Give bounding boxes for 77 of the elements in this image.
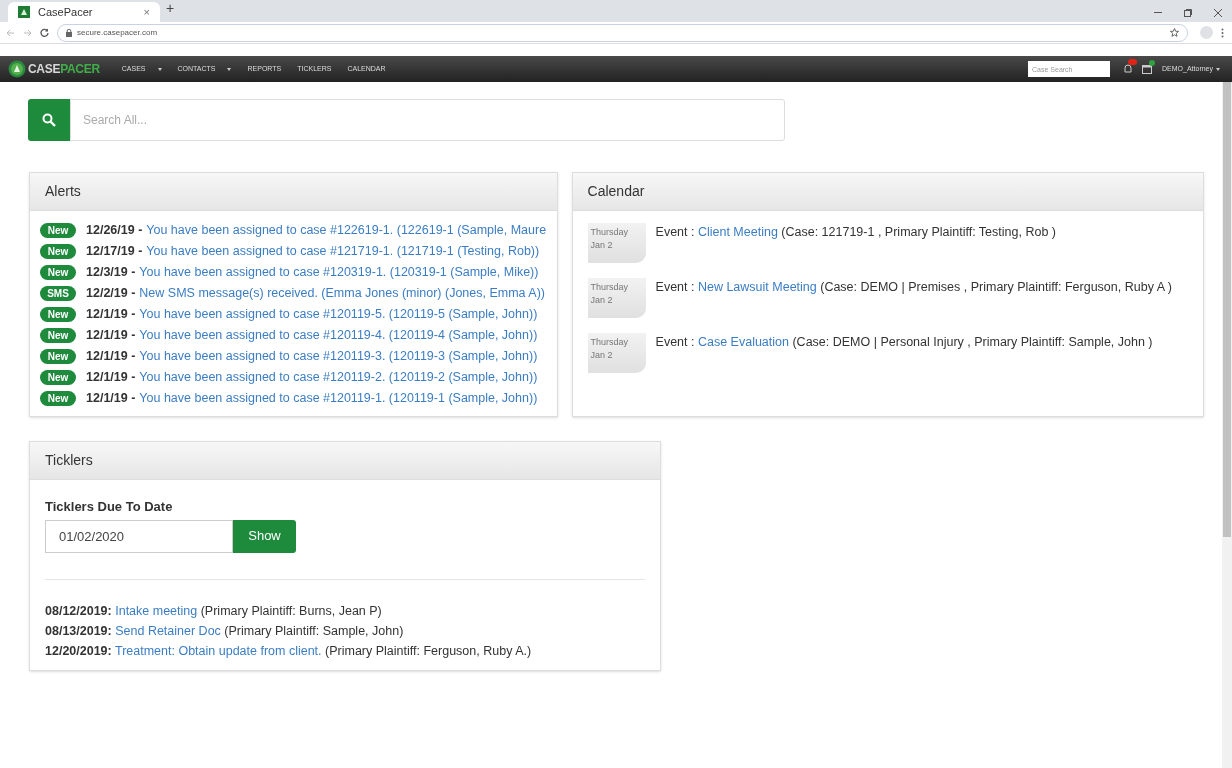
- favicon-icon: [18, 6, 30, 18]
- more-menu-icon[interactable]: [1221, 27, 1224, 38]
- notification-badge: [1128, 59, 1138, 65]
- alert-link[interactable]: New SMS message(s) received. (Emma Jones (minor) (Jones, Emma A)): [139, 284, 545, 303]
- alert-link[interactable]: You have been assigned to case #120319-1. (120319-1 (Sample, Mike)): [139, 263, 539, 282]
- alert-link[interactable]: You have been assigned to case #120119-2. (120119-2 (Sample, John)): [139, 368, 538, 387]
- search-field[interactable]: Search All...: [70, 99, 785, 141]
- event-date: Jan 2: [590, 349, 614, 362]
- alert-date: 12/3/19 -: [86, 264, 136, 282]
- tickler-item: 08/12/2019: Intake meeting (Primary Plaintiff: Burns, Jean P): [45, 602, 383, 620]
- event-date: Jan 2: [590, 239, 614, 252]
- event-day: Thursday: [590, 281, 646, 294]
- alert-link[interactable]: You have been assigned to case #120119-3. (120119-3 (Sample, John)): [139, 347, 538, 366]
- alert-date: 12/1/19 -: [86, 306, 136, 324]
- status-badge: New: [40, 223, 76, 238]
- alert-date: 12/1/19 -: [86, 327, 136, 345]
- bell-icon[interactable]: [1124, 64, 1133, 74]
- status-badge: New: [40, 244, 76, 259]
- tickler-item: 12/20/2019: Treatment: Obtain update from client. (Primary Plaintiff: Ferguson, Ruby A.): [45, 642, 533, 660]
- new-tab-button[interactable]: +: [166, 0, 175, 19]
- browser-tab[interactable]: CasePacer ×: [8, 2, 160, 22]
- alert-link[interactable]: You have been assigned to case #120119-4. (120119-4 (Sample, John)): [139, 326, 538, 345]
- tickler-link[interactable]: Send Retainer Doc: [115, 623, 221, 638]
- tickler-link[interactable]: Treatment: Obtain update from client.: [115, 643, 322, 658]
- event-link[interactable]: Client Meeting: [697, 225, 778, 239]
- tickler-link[interactable]: Intake meeting: [115, 603, 198, 618]
- minimize-icon[interactable]: [1154, 12, 1162, 14]
- panel-title: Ticklers: [45, 451, 93, 470]
- alert-date: 12/17/19 -: [86, 243, 143, 261]
- status-badge: New: [40, 370, 76, 385]
- event-date: Jan 2: [590, 294, 614, 307]
- event-link[interactable]: New Lawsuit Meeting: [697, 280, 817, 294]
- alert-link[interactable]: You have been assigned to case #122619-1. (122619-1 (Sample, Maure: [146, 221, 547, 240]
- date-field[interactable]: 01/02/2020: [45, 519, 233, 553]
- alert-link[interactable]: You have been assigned to case #121719-1. (121719-1 (Testing, Rob)): [146, 242, 540, 261]
- alert-date: 12/26/19 -: [86, 222, 143, 240]
- star-icon[interactable]: [1170, 28, 1179, 37]
- caret-icon[interactable]: [1216, 67, 1220, 71]
- status-badge: New: [40, 391, 76, 406]
- status-badge: New: [40, 328, 76, 343]
- reload-icon[interactable]: [40, 28, 49, 37]
- alert-link[interactable]: You have been assigned to case #120119-5. (120119-5 (Sample, John)): [139, 305, 538, 324]
- status-badge: SMS: [40, 286, 76, 301]
- event-day: Thursday: [590, 226, 646, 239]
- panel-title: Alerts: [45, 182, 81, 201]
- event-text: Event : New Lawsuit Meeting (Case: DEMO | Premises , Primary Plaintiff: Ferguson, Ruby A ): [655, 279, 1172, 296]
- logo-text: CASEPACER: [28, 61, 100, 78]
- tab-title: CasePacer: [38, 4, 94, 20]
- lock-icon: [66, 28, 72, 37]
- calendar-badge: [1149, 60, 1156, 66]
- calendar-icon[interactable]: [1142, 64, 1153, 74]
- panel-title: Calendar: [587, 182, 645, 201]
- search-icon: [42, 113, 56, 127]
- alert-date: 12/1/19 -: [86, 390, 136, 408]
- alert-date: 12/1/19 -: [86, 348, 136, 366]
- restore-icon[interactable]: [1184, 9, 1192, 17]
- alert-date: 12/2/19 -: [86, 285, 136, 303]
- tickler-item: 08/13/2019: Send Retainer Doc (Primary Plaintiff: Sample, John): [45, 622, 405, 640]
- logo-icon: [8, 60, 26, 78]
- field-label: Ticklers Due To Date: [45, 498, 174, 516]
- event-day: Thursday: [590, 336, 646, 349]
- event-text: Event : Case Evaluation (Case: DEMO | Personal Injury , Primary Plaintiff: Sample, John ): [655, 334, 1153, 351]
- search-button[interactable]: [28, 99, 70, 141]
- show-button[interactable]: Show: [233, 519, 296, 553]
- scrollbar[interactable]: [1222, 82, 1232, 768]
- event-text: Event : Client Meeting (Case: 121719-1 , Primary Plaintiff: Testing, Rob ): [655, 224, 1056, 241]
- status-badge: New: [40, 265, 76, 280]
- caret-icon: [157, 67, 162, 71]
- status-badge: New: [40, 349, 76, 364]
- status-badge: New: [40, 307, 76, 322]
- url-text: secure.casepacer.com: [77, 26, 159, 39]
- close-icon[interactable]: [1214, 9, 1222, 17]
- alert-date: 12/1/19 -: [86, 369, 136, 387]
- caret-icon: [227, 67, 232, 71]
- event-link[interactable]: Case Evaluation: [697, 335, 789, 349]
- alert-link[interactable]: You have been assigned to case #120119-1. (120119-1 (Sample, John)): [139, 389, 538, 408]
- tab-close-button[interactable]: ×: [143, 3, 150, 21]
